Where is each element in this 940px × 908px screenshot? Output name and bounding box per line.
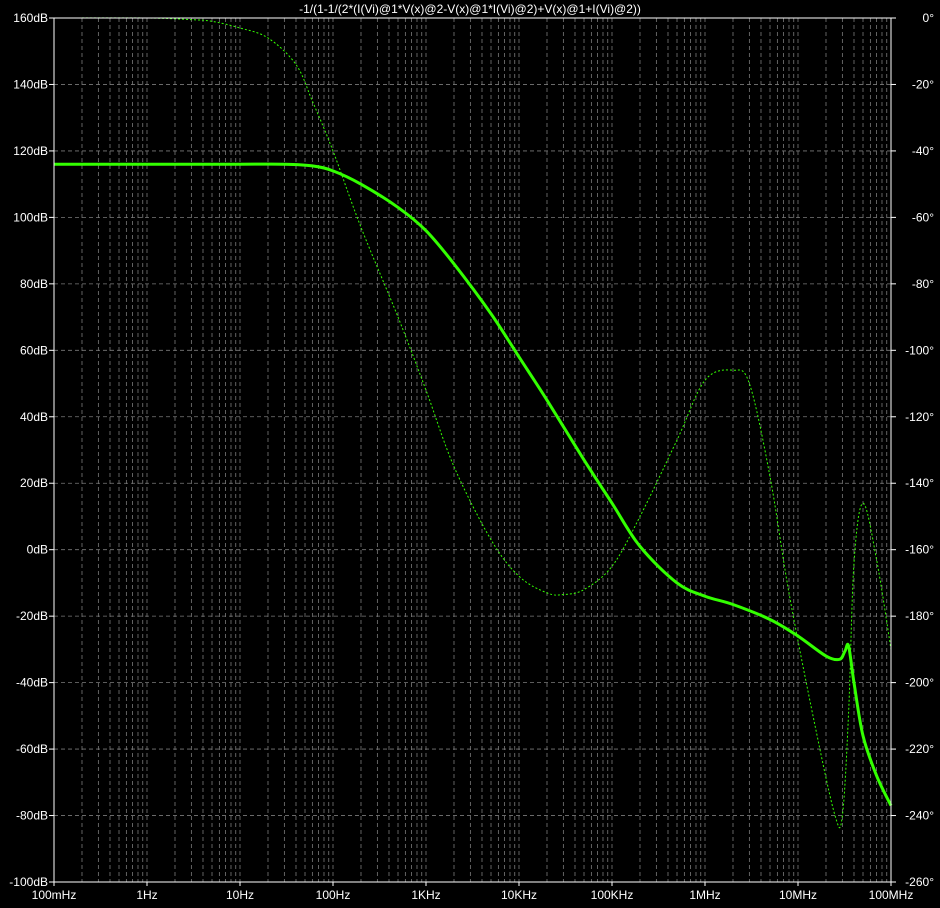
left-tick-label: -60dB <box>16 742 48 756</box>
chart-title: -1/(1-1/(2*(I(Vi)@1*V(x)@2-V(x)@1*I(Vi)@… <box>299 2 641 16</box>
left-tick-label: 160dB <box>13 11 48 25</box>
x-tick-label: 100mHz <box>32 888 77 902</box>
right-tick-label: -180° <box>905 609 934 623</box>
right-tick-label: -160° <box>905 543 934 557</box>
left-tick-label: -40dB <box>16 676 48 690</box>
left-tick-label: 0dB <box>27 543 48 557</box>
right-tick-label: -120° <box>905 410 934 424</box>
right-tick-label: -60° <box>912 210 934 224</box>
left-tick-label: 20dB <box>20 476 48 490</box>
right-tick-label: -240° <box>905 809 934 823</box>
right-tick-label: -200° <box>905 676 934 690</box>
right-tick-label: -40° <box>912 144 934 158</box>
x-tick-label: 10MHz <box>779 888 817 902</box>
left-tick-label: 100dB <box>13 210 48 224</box>
left-tick-label: 40dB <box>20 410 48 424</box>
right-tick-label: 0° <box>923 11 935 25</box>
x-tick-label: 1KHz <box>411 888 440 902</box>
right-tick-label: -20° <box>912 77 934 91</box>
right-tick-label: -80° <box>912 277 934 291</box>
right-tick-label: -100° <box>905 343 934 357</box>
right-tick-label: -260° <box>905 875 934 889</box>
right-tick-label: -220° <box>905 742 934 756</box>
x-tick-label: 10Hz <box>226 888 254 902</box>
x-tick-label: 10KHz <box>501 888 537 902</box>
left-tick-label: -80dB <box>16 809 48 823</box>
left-tick-label: 60dB <box>20 343 48 357</box>
x-tick-label: 1MHz <box>689 888 720 902</box>
bode-plot: -1/(1-1/(2*(I(Vi)@1*V(x)@2-V(x)@1*I(Vi)@… <box>0 0 940 908</box>
left-tick-label: 80dB <box>20 277 48 291</box>
left-tick-label: 120dB <box>13 144 48 158</box>
right-tick-label: -140° <box>905 476 934 490</box>
x-tick-label: 1Hz <box>136 888 157 902</box>
left-tick-label: 140dB <box>13 77 48 91</box>
x-tick-label: 100KHz <box>591 888 634 902</box>
x-tick-label: 100MHz <box>869 888 914 902</box>
x-tick-label: 100Hz <box>316 888 351 902</box>
left-tick-label: -100dB <box>9 875 48 889</box>
left-tick-label: -20dB <box>16 609 48 623</box>
